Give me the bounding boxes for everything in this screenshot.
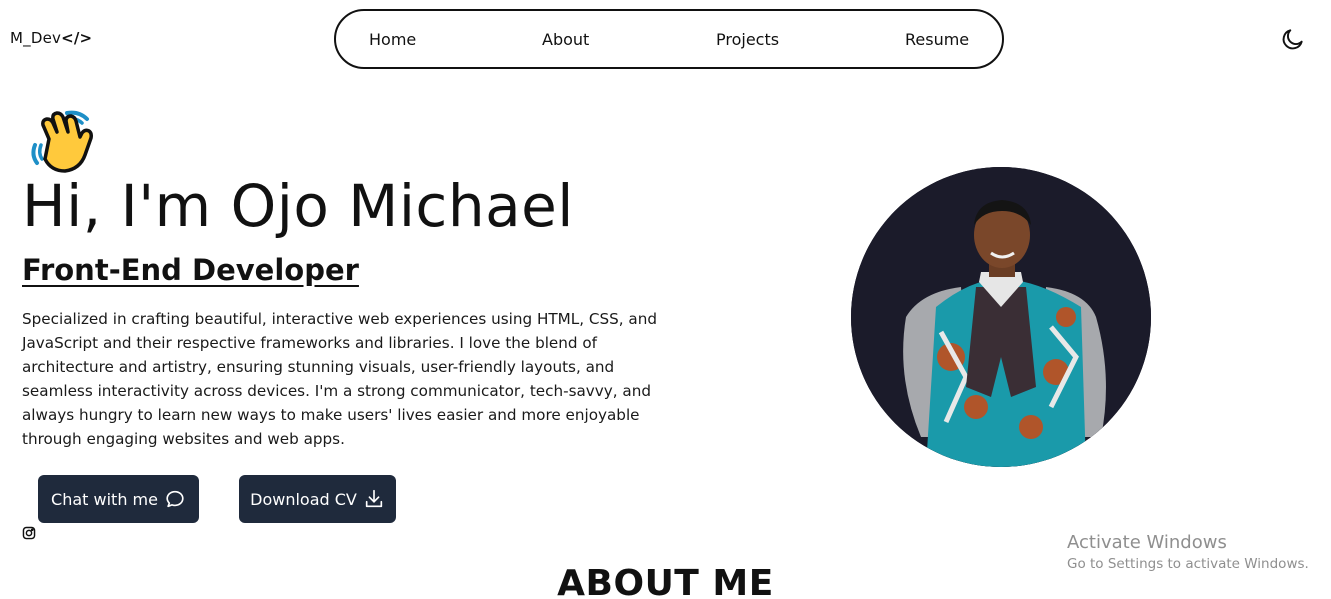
site-logo[interactable]: M_Dev</> — [10, 29, 92, 47]
chat-button-label: Chat with me — [51, 489, 158, 509]
chat-with-me-button[interactable]: Chat with me — [38, 475, 199, 523]
nav-link-about[interactable]: About — [542, 30, 589, 49]
nav-link-projects[interactable]: Projects — [716, 30, 779, 49]
moon-icon — [1282, 29, 1303, 50]
theme-toggle-button[interactable] — [1280, 26, 1306, 52]
nav-link-home[interactable]: Home — [369, 30, 416, 49]
download-cv-label: Download CV — [250, 489, 357, 509]
instagram-link[interactable] — [22, 525, 36, 540]
activation-subtitle: Go to Settings to activate Windows. — [1067, 556, 1309, 572]
chat-bubble-icon — [166, 490, 184, 508]
nav-link-resume[interactable]: Resume — [905, 30, 969, 49]
download-cv-button[interactable]: Download CV — [239, 475, 396, 523]
activation-title: Activate Windows — [1067, 532, 1227, 553]
waving-hand-icon — [27, 105, 99, 177]
profile-photo — [851, 167, 1151, 467]
logo-text: M_Dev — [10, 29, 62, 47]
logo-code-symbol: </> — [61, 29, 93, 47]
hero-title: Hi, I'm Ojo Michael — [22, 172, 574, 240]
hero-description: Specialized in crafting beautiful, inter… — [22, 310, 657, 448]
windows-activation-watermark: Activate Windows Go to Settings to activ… — [1067, 532, 1309, 572]
download-icon — [365, 489, 383, 508]
instagram-icon — [22, 526, 36, 540]
main-navbar: Home About Projects Resume — [334, 9, 1004, 69]
hero-role-subtitle: Front-End Developer — [22, 253, 359, 287]
